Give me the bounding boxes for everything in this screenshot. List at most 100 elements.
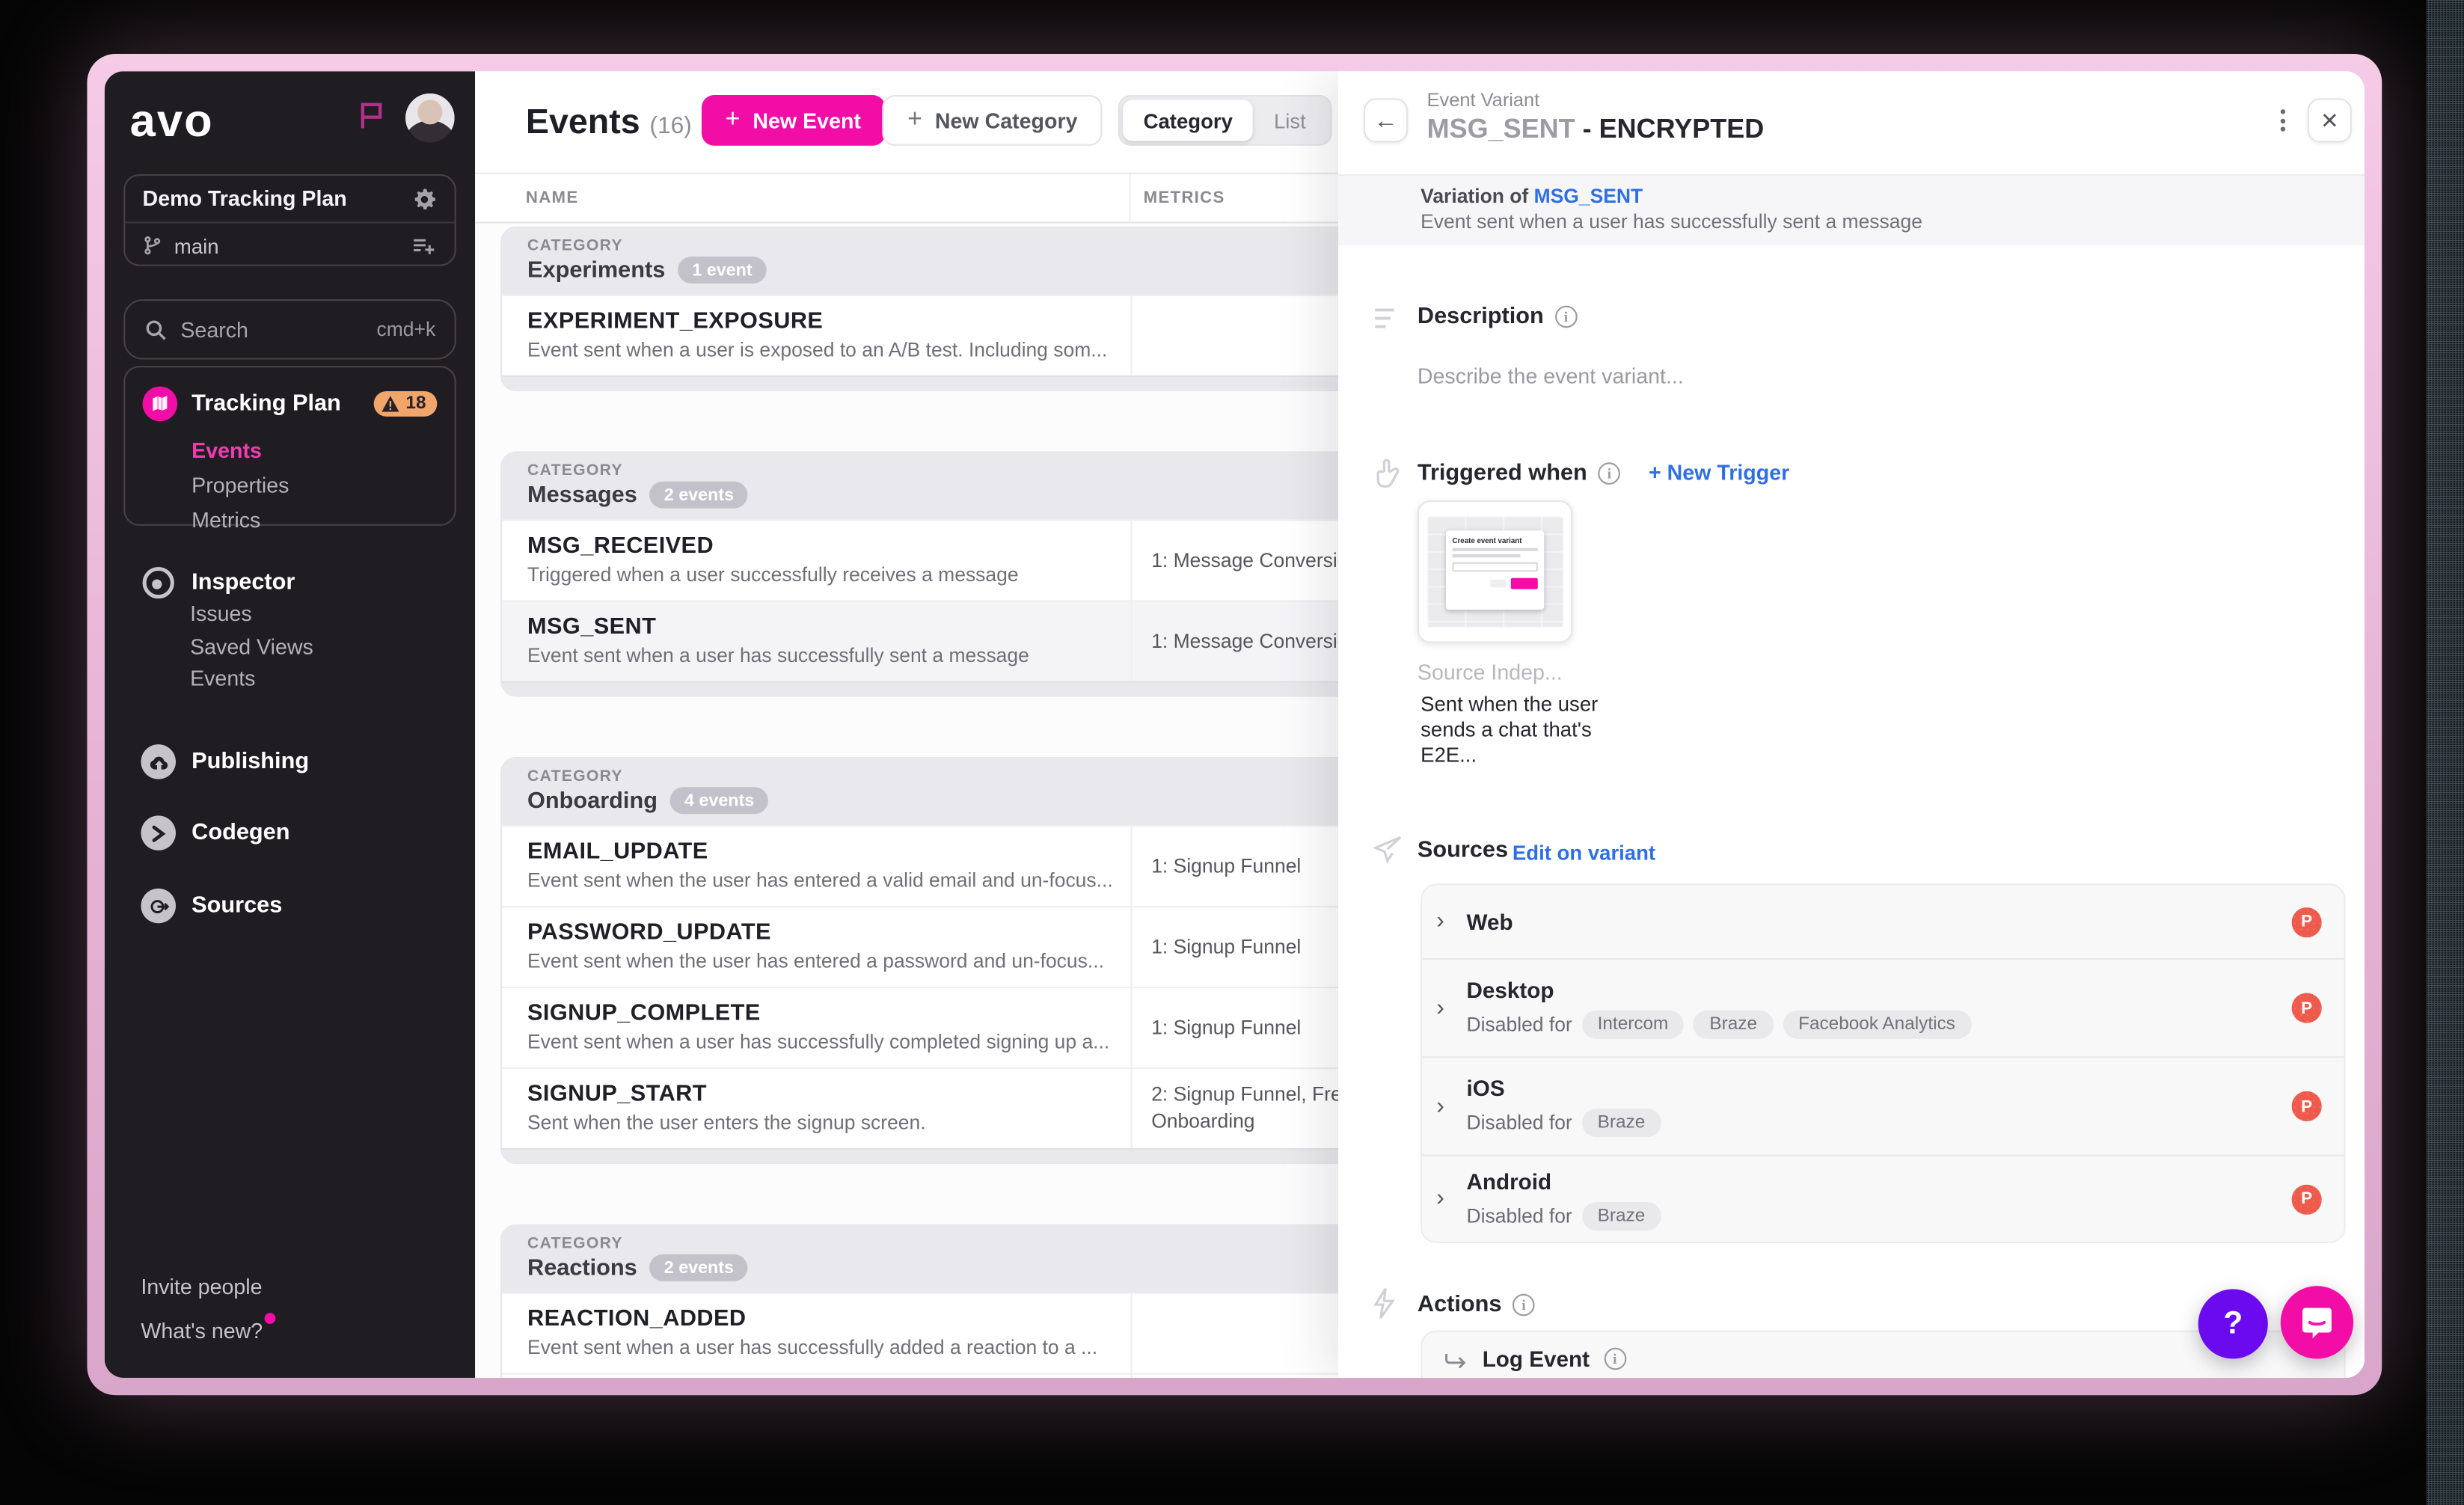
- new-trigger-button[interactable]: + New Trigger: [1649, 461, 1789, 485]
- sidebar-item-events[interactable]: Events: [191, 434, 437, 469]
- plus-icon: +: [725, 105, 741, 133]
- event-name-cell: EMAIL_UPDATE Event sent when the user has…: [502, 827, 1131, 906]
- category-count-badge: 2 events: [649, 1254, 749, 1281]
- edit-on-variant-link[interactable]: Edit on variant: [1513, 841, 1655, 865]
- sidebar-item-inspector-saved-views[interactable]: Saved Views: [190, 631, 313, 663]
- git-branch-icon: [143, 234, 164, 257]
- chevron-right-icon[interactable]: ›: [1436, 1185, 1444, 1212]
- chevron-right-icon[interactable]: ›: [1436, 994, 1444, 1021]
- branch-selector[interactable]: main: [125, 221, 455, 267]
- codegen-label: Codegen: [191, 820, 290, 846]
- warning-badge[interactable]: 18: [374, 390, 438, 417]
- category-count-badge: 1 event: [678, 256, 767, 283]
- search-placeholder: Search: [180, 317, 248, 342]
- variation-link[interactable]: MSG_SENT: [1534, 186, 1643, 208]
- workspace-selector[interactable]: Demo Tracking Plan: [125, 176, 454, 221]
- search-input[interactable]: Search cmd+k: [123, 299, 456, 360]
- desktop-background: avo Demo Tracking Plan main Search cmd+k…: [0, 0, 2464, 1505]
- source-row-web[interactable]: › Web P: [1422, 886, 2344, 958]
- sidebar-item-codegen[interactable]: Codegen: [141, 815, 290, 850]
- event-description: Sent when the user enters the signup scr…: [527, 1112, 926, 1134]
- source-name: iOS: [1466, 1075, 1505, 1101]
- event-name: EXPERIMENT_EXPOSURE: [527, 308, 824, 334]
- sidebar-item-properties[interactable]: Properties: [191, 469, 437, 504]
- column-metrics: METRICS: [1143, 188, 1225, 208]
- category-name: Reactions: [527, 1254, 637, 1281]
- trigger-source-label: Source Indep...: [1417, 660, 1563, 684]
- search-icon: [144, 317, 168, 341]
- events-count: (16): [649, 112, 692, 140]
- close-button[interactable]: ✕: [2307, 98, 2353, 143]
- event-name-cell: MSG_RECEIVED Triggered when a user succes…: [502, 521, 1131, 601]
- more-options-icon[interactable]: [2270, 108, 2295, 133]
- sidebar-item-inspector[interactable]: Inspector: [141, 565, 295, 601]
- sidebar-item-publishing[interactable]: Publishing: [141, 744, 309, 779]
- actions-heading: Actions i: [1418, 1293, 1535, 1318]
- chevron-right-icon[interactable]: ›: [1436, 1092, 1444, 1119]
- actions-icon: [1371, 1287, 1397, 1319]
- chevron-circle-icon: [141, 815, 177, 850]
- new-event-button[interactable]: + New Event: [701, 95, 885, 146]
- view-toggle-category[interactable]: Category: [1123, 99, 1254, 141]
- source-row-desktop[interactable]: › Desktop Disabled for Intercom Braze Faceboo…: [1422, 957, 2344, 1056]
- warning-icon: [381, 396, 399, 412]
- inspector-icon: [141, 565, 176, 601]
- publishing-label: Publishing: [191, 749, 310, 775]
- trigger-thumbnail[interactable]: Create event variant: [1417, 500, 1573, 643]
- gear-icon[interactable]: [411, 186, 437, 212]
- destination-pill-braze: Braze: [1581, 1201, 1661, 1230]
- view-toggle: Category List: [1118, 95, 1331, 146]
- destination-pill-intercom: Intercom: [1581, 1010, 1685, 1039]
- source-status-badge: P: [2291, 1183, 2322, 1214]
- sidebar-item-tracking-plan[interactable]: Tracking Plan 18: [142, 386, 438, 422]
- event-description: Event sent when a user is exposed to an …: [527, 339, 1108, 361]
- sidebar-link-what-s-new-[interactable]: What's new?: [141, 1313, 276, 1343]
- sources-label: Sources: [191, 893, 283, 919]
- avo-logo[interactable]: avo: [130, 96, 214, 149]
- disabled-for-label: Disabled for: [1466, 1014, 1572, 1036]
- flag-icon[interactable]: [358, 99, 384, 129]
- chevron-right-icon[interactable]: ›: [1436, 907, 1444, 934]
- event-description: Event sent when the user has entered a p…: [527, 950, 1104, 972]
- view-toggle-list[interactable]: List: [1253, 99, 1326, 141]
- sidebar-item-sources[interactable]: Sources: [141, 888, 283, 924]
- info-icon[interactable]: i: [1598, 462, 1621, 485]
- new-category-button[interactable]: + New Category: [882, 95, 1103, 146]
- cloud-upload-icon: [141, 744, 177, 779]
- source-row-android[interactable]: › Android Disabled for Braze P: [1422, 1154, 2344, 1241]
- sidebar-item-inspector-issues[interactable]: Issues: [190, 598, 313, 631]
- event-description: Triggered when a user successfully recei…: [527, 563, 1019, 586]
- avatar[interactable]: [405, 93, 455, 143]
- event-name-cell: SIGNUP_COMPLETE Event sent when a user ha…: [502, 988, 1131, 1067]
- description-icon: [1371, 306, 1400, 331]
- back-button[interactable]: ←: [1363, 98, 1409, 143]
- search-shortcut: cmd+k: [376, 318, 436, 341]
- event-name: PASSWORD_UPDATE: [527, 920, 771, 945]
- source-status-badge: P: [2291, 993, 2322, 1023]
- sidebar-item-metrics[interactable]: Metrics: [191, 503, 437, 539]
- column-divider: [1129, 174, 1131, 222]
- event-description: Event sent when a user has successfully …: [527, 1031, 1110, 1053]
- sources-heading: Sources: [1417, 837, 1509, 863]
- description-input[interactable]: Describe the event variant...: [1418, 364, 1684, 388]
- trigger-icon: [1371, 458, 1401, 489]
- trigger-caption: Sent when the user sends a chat that's E…: [1421, 692, 1599, 767]
- info-icon[interactable]: i: [1513, 1293, 1535, 1317]
- source-name: Android: [1466, 1168, 1552, 1194]
- source-name: Desktop: [1466, 977, 1554, 1003]
- chat-button[interactable]: [2280, 1286, 2354, 1359]
- inspector-label: Inspector: [191, 570, 295, 596]
- log-event-label: Log Event: [1482, 1346, 1590, 1372]
- disabled-for-label: Disabled for: [1466, 1112, 1572, 1134]
- panel-header: ← Event Variant MSG_SENT - ENCRYPTED ✕: [1338, 71, 2365, 174]
- help-button[interactable]: ?: [2198, 1289, 2268, 1359]
- sources-card: › Web P › Desktop Disabled for Intercom Braze Fa…: [1421, 883, 2346, 1244]
- sidebar-item-inspector-events[interactable]: Events: [190, 663, 313, 696]
- sidebar-link-invite-people[interactable]: Invite people: [141, 1275, 262, 1299]
- info-icon[interactable]: i: [1554, 305, 1578, 328]
- event-variant-panel: ← Event Variant MSG_SENT - ENCRYPTED ✕ V…: [1338, 71, 2365, 1378]
- event-name-cell: MSG_SENT Event sent when a user has succe…: [502, 602, 1131, 681]
- source-row-ios[interactable]: › iOS Disabled for Braze P: [1422, 1056, 2344, 1154]
- info-icon[interactable]: i: [1604, 1347, 1626, 1370]
- new-branch-icon[interactable]: [410, 233, 437, 257]
